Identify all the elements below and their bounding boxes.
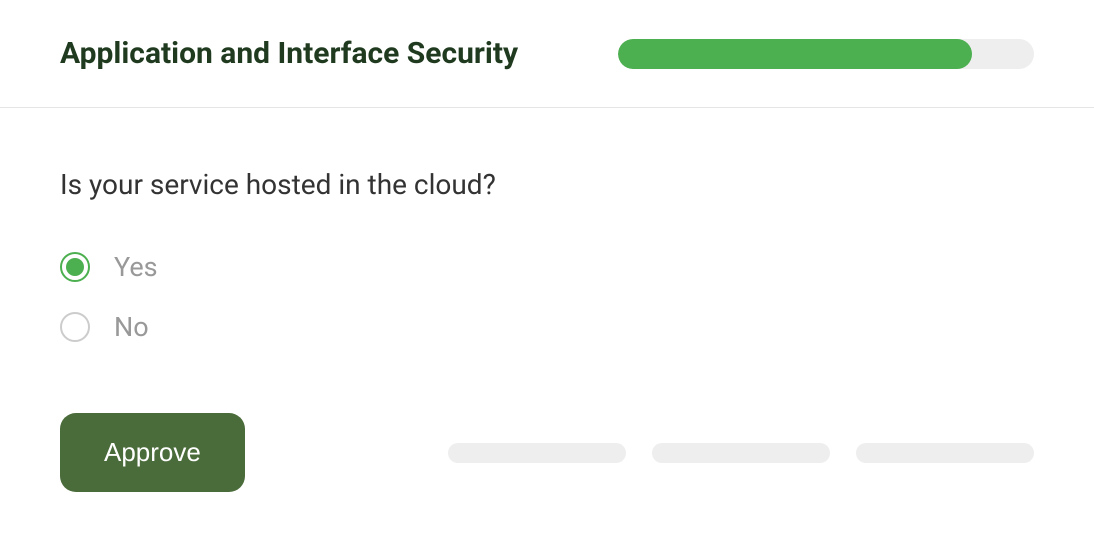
radio-icon [60,312,90,342]
option-yes[interactable]: Yes [60,251,1034,283]
footer: Approve [0,413,1094,492]
page-title: Application and Interface Security [60,36,518,71]
radio-icon [60,252,90,282]
question-text: Is your service hosted in the cloud? [60,168,1034,201]
approve-button[interactable]: Approve [60,413,245,492]
option-label: Yes [114,251,158,283]
placeholder-button[interactable] [652,443,830,463]
radio-dot-icon [66,258,84,276]
header: Application and Interface Security [0,0,1094,108]
progress-fill [618,39,972,69]
option-label: No [114,311,149,343]
placeholder-actions [448,443,1034,463]
progress-bar [618,39,1034,69]
option-no[interactable]: No [60,311,1034,343]
content: Is your service hosted in the cloud? Yes… [0,108,1094,343]
placeholder-button[interactable] [448,443,626,463]
options-group: Yes No [60,251,1034,343]
placeholder-button[interactable] [856,443,1034,463]
